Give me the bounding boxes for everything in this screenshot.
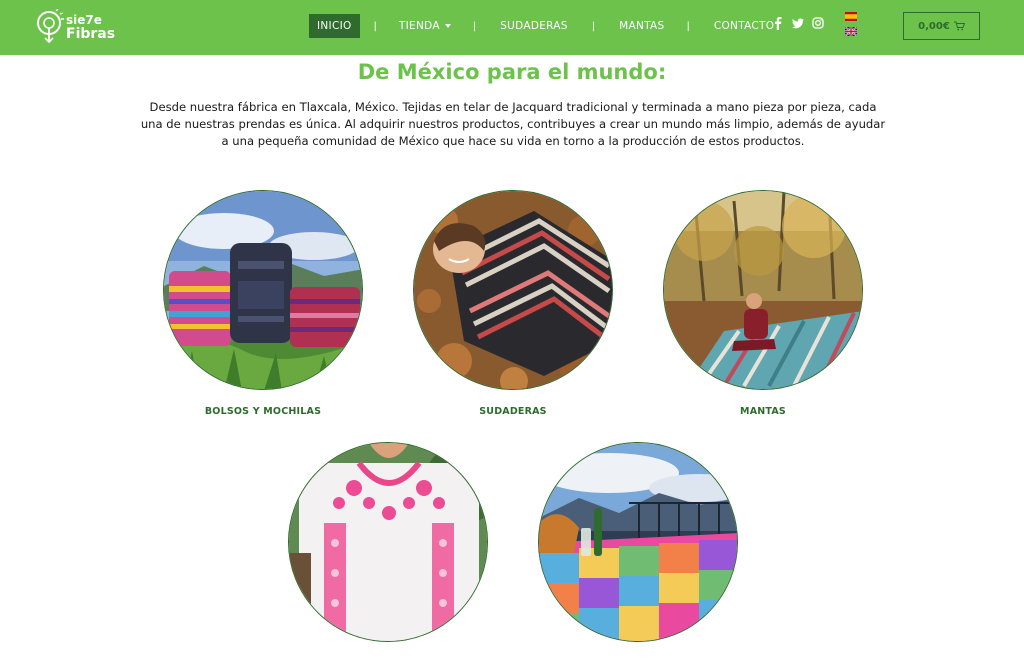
spain-flag-icon[interactable] [845,12,857,21]
logo-text-top: sie7e [66,12,102,27]
social-links [772,16,824,30]
nav-tienda[interactable]: TIENDA [391,14,459,38]
facebook-icon[interactable] [772,16,784,30]
twitter-icon[interactable] [792,16,804,30]
uk-flag-icon[interactable] [845,27,857,36]
cart-button[interactable]: 0,00€ [903,12,980,40]
nav-mantas[interactable]: MANTAS [611,14,672,38]
category-image-mantas[interactable] [663,190,863,390]
category-manteles[interactable] [538,442,738,658]
nav-inicio[interactable]: INICIO [309,14,360,38]
intro-paragraph: Desde nuestra fábrica en Tlaxcala, Méxic… [140,100,886,148]
category-blusas[interactable] [288,442,488,658]
category-label[interactable]: MANTAS [663,406,863,417]
category-sudaderas[interactable]: SUDADERAS [413,190,613,417]
language-switcher [845,12,857,36]
main-nav: INICIO | TIENDA | SUDADERAS | MANTAS | C… [309,14,782,38]
category-image-bolsos[interactable] [163,190,363,390]
nav-separator: | [686,20,690,32]
category-image-sudaderas[interactable] [413,190,613,390]
nav-sudaderas[interactable]: SUDADERAS [492,14,576,38]
site-header: sie7e Fibras INICIO | TIENDA | SUDADERAS… [0,0,1024,55]
instagram-icon[interactable] [812,16,824,30]
cart-total: 0,00€ [918,20,950,32]
nav-contacto[interactable]: CONTACTO [706,14,782,38]
category-image-manteles[interactable] [538,442,738,642]
cart-icon [953,21,965,31]
category-label[interactable]: SUDADERAS [413,406,613,417]
nav-tienda-label: TIENDA [398,20,440,32]
page-title: De México para el mundo: [357,60,667,84]
logo-text-bottom: Fibras [66,25,116,42]
nav-separator: | [591,20,596,32]
category-mantas[interactable]: MANTAS [663,190,863,417]
logo-tree-icon [37,9,64,44]
chevron-down-icon [444,24,451,28]
nav-separator: | [472,20,477,32]
category-label[interactable]: BOLSOS Y MOCHILAS [163,406,363,417]
nav-separator: | [373,20,377,32]
site-logo[interactable]: sie7e Fibras [36,6,126,48]
category-bolsos[interactable]: BOLSOS Y MOCHILAS [163,190,363,417]
category-image-blusas[interactable] [288,442,488,642]
